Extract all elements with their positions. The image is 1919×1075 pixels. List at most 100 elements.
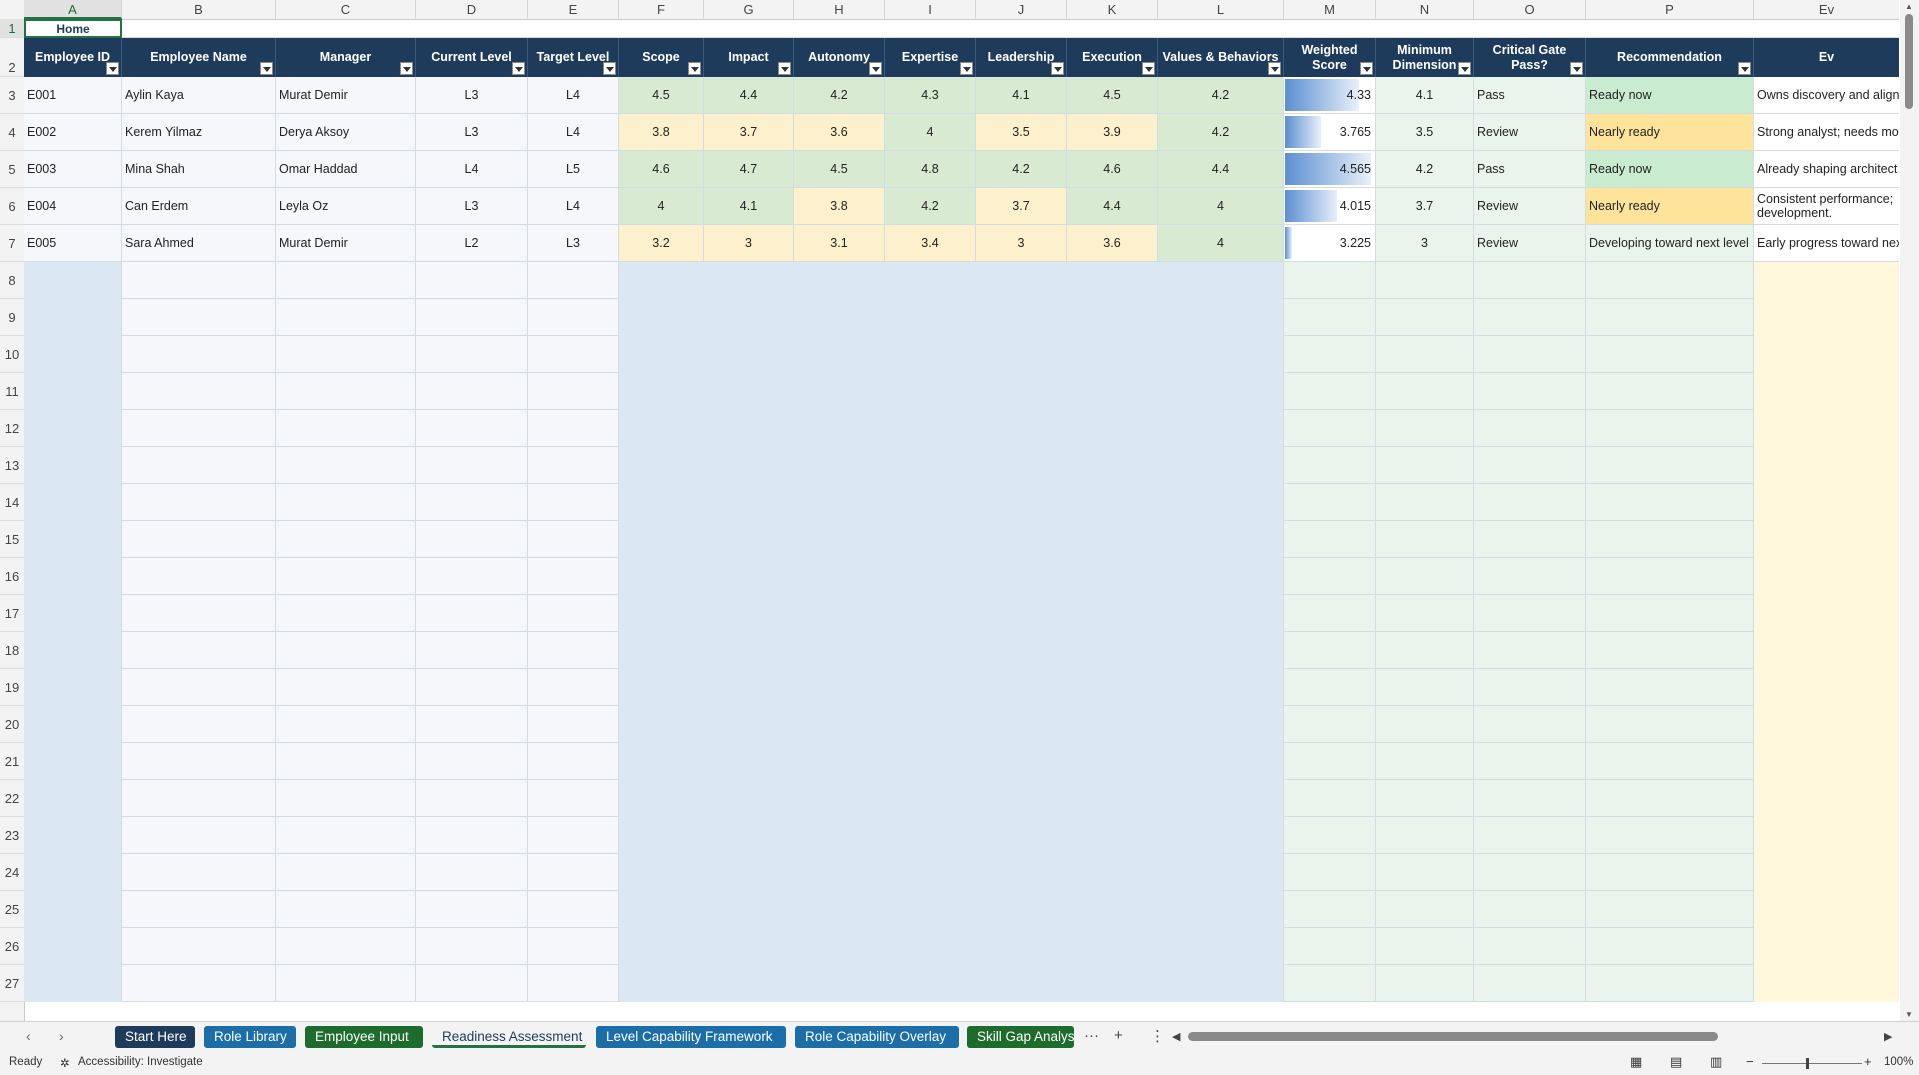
empty-cell[interactable] [122,706,276,743]
empty-cell[interactable] [1284,595,1376,632]
empty-cell[interactable] [976,780,1067,817]
empty-cell[interactable] [976,595,1067,632]
empty-cell[interactable] [1754,410,1899,447]
empty-cell[interactable] [1284,447,1376,484]
column-title-values-behaviors[interactable]: Values & Behaviors [1158,38,1284,77]
employee-id-cell[interactable]: E002 [24,114,122,151]
empty-cell[interactable] [276,891,416,928]
column-title-scope[interactable]: Scope [619,38,704,77]
empty-cell[interactable] [416,521,528,558]
empty-cell[interactable] [619,965,704,1002]
empty-cell[interactable] [1586,410,1754,447]
empty-cell[interactable] [1474,632,1586,669]
column-title-critical-gate-pass[interactable]: Critical Gate Pass? [1474,38,1586,77]
empty-cell[interactable] [1474,891,1586,928]
empty-cell[interactable] [1586,484,1754,521]
empty-cell[interactable] [1474,484,1586,521]
empty-cell[interactable] [416,669,528,706]
empty-cell[interactable] [704,262,794,299]
empty-cell[interactable] [1067,336,1158,373]
empty-cell[interactable] [704,521,794,558]
empty-cell[interactable] [704,447,794,484]
empty-cell[interactable] [276,965,416,1002]
empty-cell[interactable] [416,299,528,336]
empty-cell[interactable] [122,928,276,965]
manager-cell[interactable]: Derya Aksoy [276,114,416,151]
empty-cell[interactable] [1754,780,1899,817]
row-header-8[interactable]: 8 [0,262,24,299]
target-level-cell[interactable]: L5 [528,151,619,188]
empty-cell[interactable] [1284,891,1376,928]
employee-name-cell[interactable]: Mina Shah [122,151,276,188]
empty-cell[interactable] [1284,706,1376,743]
column-title-current-level[interactable]: Current Level [416,38,528,77]
empty-cell[interactable] [885,558,976,595]
empty-cell[interactable] [1376,336,1474,373]
empty-cell[interactable] [1284,262,1376,299]
empty-cell[interactable] [1754,299,1899,336]
empty-cell[interactable] [276,299,416,336]
empty-cell[interactable] [976,928,1067,965]
row-header-15[interactable]: 15 [0,521,24,558]
empty-cell[interactable] [528,373,619,410]
employee-name-cell[interactable]: Aylin Kaya [122,77,276,114]
empty-cell[interactable] [122,484,276,521]
row-header-6[interactable]: 6 [0,188,24,225]
empty-cell[interactable] [794,336,885,373]
empty-cell[interactable] [24,706,122,743]
filter-dropdown-icon[interactable] [603,62,616,75]
empty-cell[interactable] [619,410,704,447]
evidence-cell[interactable]: Owns discovery and align [1754,77,1899,114]
empty-cell[interactable] [24,928,122,965]
empty-cell[interactable] [1474,928,1586,965]
empty-cell[interactable] [885,336,976,373]
page-break-icon[interactable]: ▥ [1710,1054,1722,1070]
evidence-cell[interactable]: Early progress toward nex [1754,225,1899,262]
column-title-manager[interactable]: Manager [276,38,416,77]
empty-cell[interactable] [976,447,1067,484]
empty-cell[interactable] [1158,262,1284,299]
score-cell[interactable]: 3 [704,225,794,262]
column-header-g[interactable]: G [704,0,794,19]
empty-cell[interactable] [122,854,276,891]
cell[interactable] [1376,19,1474,38]
empty-cell[interactable] [1284,817,1376,854]
minimum-dimension-cell[interactable]: 3.5 [1376,114,1474,151]
empty-cell[interactable] [416,410,528,447]
empty-cell[interactable] [619,484,704,521]
empty-cell[interactable] [276,780,416,817]
empty-cell[interactable] [794,262,885,299]
empty-cell[interactable] [976,521,1067,558]
accessibility-icon[interactable]: ✲ [60,1056,70,1070]
score-cell[interactable]: 4.4 [704,77,794,114]
manager-cell[interactable]: Leyla Oz [276,188,416,225]
empty-cell[interactable] [1067,743,1158,780]
empty-cell[interactable] [1067,669,1158,706]
empty-cell[interactable] [1284,521,1376,558]
empty-cell[interactable] [1754,743,1899,780]
empty-cell[interactable] [1376,780,1474,817]
empty-cell[interactable] [976,706,1067,743]
empty-cell[interactable] [528,780,619,817]
score-cell[interactable]: 4.8 [885,151,976,188]
empty-cell[interactable] [1067,558,1158,595]
empty-cell[interactable] [416,484,528,521]
empty-cell[interactable] [24,521,122,558]
empty-cell[interactable] [1376,484,1474,521]
empty-cell[interactable] [794,817,885,854]
empty-cell[interactable] [24,447,122,484]
empty-cell[interactable] [704,706,794,743]
empty-cell[interactable] [619,373,704,410]
row-header-23[interactable]: 23 [0,817,24,854]
empty-cell[interactable] [1474,447,1586,484]
target-level-cell[interactable]: L4 [528,188,619,225]
score-cell[interactable]: 4.5 [1067,77,1158,114]
empty-cell[interactable] [1067,817,1158,854]
weighted-score-cell[interactable]: 3.225 [1284,225,1376,262]
empty-cell[interactable] [794,373,885,410]
empty-cell[interactable] [416,965,528,1002]
score-cell[interactable]: 3.7 [704,114,794,151]
column-header-m[interactable]: M [1284,0,1376,19]
column-header-f[interactable]: F [619,0,704,19]
empty-cell[interactable] [528,743,619,780]
